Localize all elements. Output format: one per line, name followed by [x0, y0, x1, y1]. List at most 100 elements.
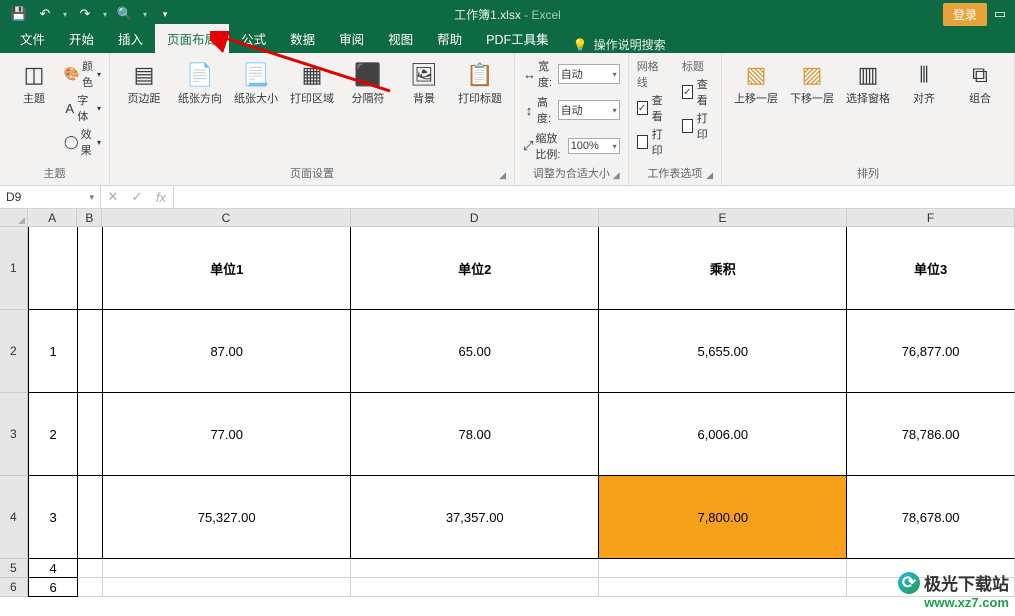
- cell[interactable]: [78, 310, 103, 393]
- cell[interactable]: [78, 578, 103, 597]
- ribbon-options-icon[interactable]: ▭: [991, 5, 1009, 23]
- cell[interactable]: [599, 559, 847, 578]
- tab-help[interactable]: 帮助: [425, 24, 474, 53]
- row-header[interactable]: 4: [0, 476, 28, 559]
- col-header[interactable]: B: [77, 209, 102, 227]
- cell[interactable]: 87.00: [103, 310, 351, 393]
- formula-input[interactable]: [174, 186, 1015, 208]
- cancel-icon[interactable]: ✕: [101, 189, 125, 205]
- cell[interactable]: 单位1: [103, 227, 351, 310]
- send-backward-button[interactable]: ▨下移一层: [786, 57, 838, 108]
- col-header[interactable]: C: [102, 209, 350, 227]
- row-header[interactable]: 6: [0, 578, 28, 597]
- print-area-button[interactable]: ▦打印区域: [286, 57, 338, 108]
- cell[interactable]: 乘积: [599, 227, 847, 310]
- name-box[interactable]: D9▾: [0, 186, 101, 208]
- group-themes: ◫ 主题 🎨颜色▾ A字体▾ ◯效果▾ 主题: [0, 53, 110, 185]
- tab-insert[interactable]: 插入: [106, 24, 155, 53]
- cell[interactable]: [78, 476, 103, 559]
- cell[interactable]: 单位3: [847, 227, 1015, 310]
- print-preview-icon[interactable]: 🔍: [116, 5, 134, 23]
- themes-button[interactable]: ◫ 主题: [8, 57, 60, 108]
- cell[interactable]: 78,786.00: [847, 393, 1015, 476]
- cell[interactable]: 6: [28, 578, 79, 597]
- gridlines-view-checkbox[interactable]: ✓查看: [637, 92, 668, 124]
- size-button[interactable]: 📃纸张大小: [230, 57, 282, 108]
- cell[interactable]: 5,655.00: [599, 310, 847, 393]
- cell[interactable]: 2: [28, 393, 79, 476]
- orientation-button[interactable]: 📄纸张方向: [174, 57, 226, 108]
- cell[interactable]: [847, 559, 1015, 578]
- background-button[interactable]: 🖼背景: [398, 57, 450, 108]
- theme-fonts[interactable]: A字体▾: [64, 91, 101, 125]
- col-header[interactable]: D: [351, 209, 599, 227]
- cell[interactable]: [351, 578, 599, 597]
- row-header[interactable]: 3: [0, 393, 28, 476]
- cell[interactable]: [599, 578, 847, 597]
- cell[interactable]: 6,006.00: [599, 393, 847, 476]
- cell[interactable]: 65.00: [351, 310, 599, 393]
- dialog-launcher-icon[interactable]: ◢: [706, 170, 713, 181]
- theme-colors[interactable]: 🎨颜色▾: [64, 57, 101, 91]
- tab-page-layout[interactable]: 页面布局: [155, 24, 229, 53]
- selection-pane-button[interactable]: ▥选择窗格: [842, 57, 894, 108]
- row-header[interactable]: 5: [0, 559, 28, 578]
- theme-effects[interactable]: ◯效果▾: [64, 125, 101, 159]
- bring-forward-button[interactable]: ▧上移一层: [730, 57, 782, 108]
- col-header[interactable]: F: [847, 209, 1015, 227]
- redo-icon[interactable]: ↷: [76, 5, 94, 23]
- tab-file[interactable]: 文件: [8, 24, 57, 53]
- cell[interactable]: [78, 559, 103, 578]
- gridlines-print-checkbox[interactable]: 打印: [637, 126, 668, 158]
- cell[interactable]: 78.00: [351, 393, 599, 476]
- cell[interactable]: 37,357.00: [351, 476, 599, 559]
- cell[interactable]: [28, 227, 79, 310]
- cell[interactable]: 3: [28, 476, 79, 559]
- col-header[interactable]: A: [28, 209, 78, 227]
- cell[interactable]: [847, 578, 1015, 597]
- tab-data[interactable]: 数据: [278, 24, 327, 53]
- cell[interactable]: 75,327.00: [103, 476, 351, 559]
- align-button[interactable]: ⫴对齐: [898, 57, 950, 108]
- cell[interactable]: [351, 559, 599, 578]
- cell[interactable]: 77.00: [103, 393, 351, 476]
- qat-customize-icon[interactable]: ▾: [156, 5, 174, 23]
- row-header[interactable]: 2: [0, 310, 28, 393]
- login-button[interactable]: 登录: [943, 3, 987, 26]
- cell[interactable]: 4: [28, 559, 79, 578]
- cell[interactable]: [103, 559, 351, 578]
- headings-view-checkbox[interactable]: ✓查看: [682, 76, 713, 108]
- dialog-launcher-icon[interactable]: ◢: [499, 170, 506, 181]
- cell[interactable]: [103, 578, 351, 597]
- group-button[interactable]: ⧉组合: [954, 57, 1006, 108]
- col-header[interactable]: E: [599, 209, 847, 227]
- cell-highlighted[interactable]: 7,800.00: [599, 476, 847, 559]
- width-combo[interactable]: 自动▾: [558, 64, 620, 84]
- headings-print-checkbox[interactable]: 打印: [682, 110, 713, 142]
- tab-view[interactable]: 视图: [376, 24, 425, 53]
- fx-icon[interactable]: fx: [149, 190, 173, 205]
- cell[interactable]: [78, 227, 103, 310]
- margins-button[interactable]: ▤页边距: [118, 57, 170, 108]
- row-header[interactable]: 1: [0, 227, 28, 310]
- tab-pdf[interactable]: PDF工具集: [474, 24, 561, 53]
- breaks-button[interactable]: ⬛分隔符: [342, 57, 394, 108]
- tell-me[interactable]: 💡操作说明搜索: [573, 36, 666, 53]
- dialog-launcher-icon[interactable]: ◢: [613, 170, 620, 181]
- undo-icon[interactable]: ↶: [36, 5, 54, 23]
- print-titles-button[interactable]: 📋打印标题: [454, 57, 506, 108]
- tab-formulas[interactable]: 公式: [229, 24, 278, 53]
- cell[interactable]: 1: [28, 310, 79, 393]
- enter-icon[interactable]: ✓: [125, 189, 149, 205]
- save-icon[interactable]: 💾: [10, 5, 28, 23]
- cell[interactable]: 76,877.00: [847, 310, 1015, 393]
- tab-review[interactable]: 审阅: [327, 24, 376, 53]
- tab-home[interactable]: 开始: [57, 24, 106, 53]
- cell[interactable]: [78, 393, 103, 476]
- select-all-corner[interactable]: [0, 209, 28, 227]
- table-row: 2 1 87.00 65.00 5,655.00 76,877.00: [0, 310, 1015, 393]
- cell[interactable]: 78,678.00: [847, 476, 1015, 559]
- height-combo[interactable]: 自动▾: [558, 100, 620, 120]
- cell[interactable]: 单位2: [351, 227, 599, 310]
- scale-combo[interactable]: 100%▾: [568, 138, 620, 154]
